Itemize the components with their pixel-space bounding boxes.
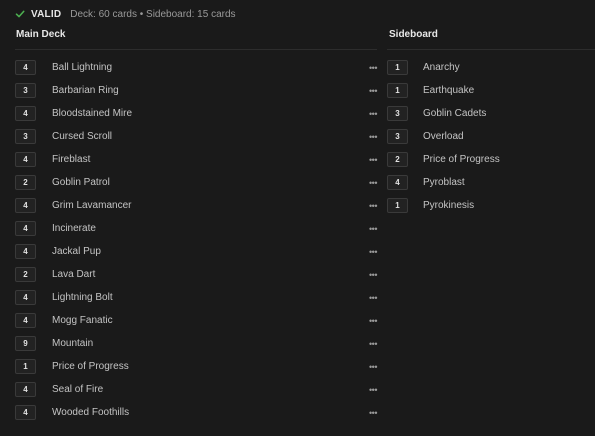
sideboard-card-row[interactable]: 2 Price of Progress bbox=[387, 148, 592, 171]
main-deck-card-row[interactable]: 4 Seal of Fire ••• bbox=[15, 378, 380, 401]
card-quantity-button[interactable]: 2 bbox=[15, 267, 36, 282]
card-name: Wooded Foothills bbox=[52, 407, 130, 418]
card-quantity-button[interactable]: 4 bbox=[15, 152, 36, 167]
ellipsis-icon[interactable]: ••• bbox=[366, 337, 380, 351]
deck-summary: Deck: 60 cards • Sideboard: 15 cards bbox=[70, 8, 236, 20]
ellipsis-icon[interactable]: ••• bbox=[366, 199, 380, 213]
ellipsis-icon[interactable]: ••• bbox=[366, 360, 380, 374]
main-deck-card-row[interactable]: 4 Fireblast ••• bbox=[15, 148, 380, 171]
card-quantity-button[interactable]: 3 bbox=[387, 106, 408, 121]
valid-badge: VALID bbox=[31, 8, 62, 20]
main-deck-list: 4 Ball Lightning ••• 3 Barbarian Ring ••• 4 Blo… bbox=[15, 56, 380, 424]
validation-status: VALID Deck: 60 cards • Sideboard: 15 car… bbox=[15, 7, 236, 21]
card-name: Goblin Patrol bbox=[52, 177, 110, 188]
sideboard-card-row[interactable]: 1 Anarchy bbox=[387, 56, 592, 79]
card-name: Pyrokinesis bbox=[423, 200, 475, 211]
main-deck-card-row[interactable]: 2 Goblin Patrol ••• bbox=[15, 171, 380, 194]
card-quantity-button[interactable]: 4 bbox=[387, 175, 408, 190]
ellipsis-icon[interactable]: ••• bbox=[366, 245, 380, 259]
card-quantity-button[interactable]: 4 bbox=[15, 405, 36, 420]
card-quantity-button[interactable]: 4 bbox=[15, 106, 36, 121]
main-deck-card-row[interactable]: 4 Bloodstained Mire ••• bbox=[15, 102, 380, 125]
card-name: Grim Lavamancer bbox=[52, 200, 132, 211]
main-deck-card-row[interactable]: 4 Incinerate ••• bbox=[15, 217, 380, 240]
card-quantity-button[interactable]: 4 bbox=[15, 313, 36, 328]
ellipsis-icon[interactable]: ••• bbox=[366, 383, 380, 397]
sideboard-card-row[interactable]: 1 Pyrokinesis bbox=[387, 194, 592, 217]
ellipsis-icon[interactable]: ••• bbox=[366, 314, 380, 328]
main-deck-title: Main Deck bbox=[16, 29, 66, 40]
card-quantity-button[interactable]: 3 bbox=[15, 83, 36, 98]
check-icon bbox=[15, 10, 25, 18]
sideboard-card-row[interactable]: 3 Goblin Cadets bbox=[387, 102, 592, 125]
ellipsis-icon[interactable]: ••• bbox=[366, 222, 380, 236]
card-quantity-button[interactable]: 3 bbox=[15, 129, 36, 144]
ellipsis-icon[interactable]: ••• bbox=[366, 130, 380, 144]
main-deck-card-row[interactable]: 3 Cursed Scroll ••• bbox=[15, 125, 380, 148]
main-deck-card-row[interactable]: 4 Lightning Bolt ••• bbox=[15, 286, 380, 309]
main-deck-card-row[interactable]: 9 Mountain ••• bbox=[15, 332, 380, 355]
card-name: Cursed Scroll bbox=[52, 131, 113, 142]
ellipsis-icon[interactable]: ••• bbox=[366, 84, 380, 98]
ellipsis-icon[interactable]: ••• bbox=[366, 268, 380, 282]
card-name: Price of Progress bbox=[52, 361, 129, 372]
card-name: Seal of Fire bbox=[52, 384, 104, 395]
main-deck-card-row[interactable]: 2 Lava Dart ••• bbox=[15, 263, 380, 286]
ellipsis-icon[interactable]: ••• bbox=[366, 176, 380, 190]
main-deck-card-row[interactable]: 1 Price of Progress ••• bbox=[15, 355, 380, 378]
card-name: Incinerate bbox=[52, 223, 96, 234]
card-quantity-button[interactable]: 4 bbox=[15, 198, 36, 213]
card-name: Ball Lightning bbox=[52, 62, 113, 73]
card-quantity-button[interactable]: 1 bbox=[387, 83, 408, 98]
card-name: Lava Dart bbox=[52, 269, 96, 280]
ellipsis-icon[interactable]: ••• bbox=[366, 406, 380, 420]
sideboard-card-row[interactable]: 3 Overload bbox=[387, 125, 592, 148]
sideboard-list: 1 Anarchy 1 Earthquake 3 Goblin Cadets 3 Overlo… bbox=[387, 56, 592, 217]
card-name: Jackal Pup bbox=[52, 246, 101, 257]
card-name: Goblin Cadets bbox=[423, 108, 487, 119]
card-name: Bloodstained Mire bbox=[52, 108, 133, 119]
card-name: Mogg Fanatic bbox=[52, 315, 113, 326]
card-name: Anarchy bbox=[423, 62, 460, 73]
main-deck-card-row[interactable]: 4 Grim Lavamancer ••• bbox=[15, 194, 380, 217]
card-name: Mountain bbox=[52, 338, 94, 349]
ellipsis-icon[interactable]: ••• bbox=[366, 107, 380, 121]
sideboard-card-row[interactable]: 4 Pyroblast bbox=[387, 171, 592, 194]
card-quantity-button[interactable]: 2 bbox=[387, 152, 408, 167]
card-quantity-button[interactable]: 2 bbox=[15, 175, 36, 190]
card-quantity-button[interactable]: 9 bbox=[15, 336, 36, 351]
main-deck-card-row[interactable]: 4 Jackal Pup ••• bbox=[15, 240, 380, 263]
sideboard-card-row[interactable]: 1 Earthquake bbox=[387, 79, 592, 102]
main-deck-card-row[interactable]: 4 Ball Lightning ••• bbox=[15, 56, 380, 79]
card-name: Lightning Bolt bbox=[52, 292, 113, 303]
card-quantity-button[interactable]: 1 bbox=[387, 198, 408, 213]
card-name: Fireblast bbox=[52, 154, 91, 165]
card-quantity-button[interactable]: 1 bbox=[15, 359, 36, 374]
card-quantity-button[interactable]: 4 bbox=[15, 221, 36, 236]
card-name: Barbarian Ring bbox=[52, 85, 119, 96]
sideboard-divider bbox=[387, 49, 595, 50]
ellipsis-icon[interactable]: ••• bbox=[366, 61, 380, 75]
card-name: Earthquake bbox=[423, 85, 475, 96]
deck-view: VALID Deck: 60 cards • Sideboard: 15 car… bbox=[0, 0, 595, 436]
card-name: Pyroblast bbox=[423, 177, 465, 188]
main-deck-divider bbox=[15, 49, 377, 50]
card-quantity-button[interactable]: 4 bbox=[15, 244, 36, 259]
main-deck-card-row[interactable]: 4 Wooded Foothills ••• bbox=[15, 401, 380, 424]
ellipsis-icon[interactable]: ••• bbox=[366, 291, 380, 305]
sideboard-title: Sideboard bbox=[389, 29, 438, 40]
card-name: Overload bbox=[423, 131, 464, 142]
card-quantity-button[interactable]: 4 bbox=[15, 290, 36, 305]
card-quantity-button[interactable]: 4 bbox=[15, 382, 36, 397]
main-deck-card-row[interactable]: 3 Barbarian Ring ••• bbox=[15, 79, 380, 102]
card-quantity-button[interactable]: 4 bbox=[15, 60, 36, 75]
ellipsis-icon[interactable]: ••• bbox=[366, 153, 380, 167]
main-deck-card-row[interactable]: 4 Mogg Fanatic ••• bbox=[15, 309, 380, 332]
card-name: Price of Progress bbox=[423, 154, 500, 165]
card-quantity-button[interactable]: 1 bbox=[387, 60, 408, 75]
card-quantity-button[interactable]: 3 bbox=[387, 129, 408, 144]
